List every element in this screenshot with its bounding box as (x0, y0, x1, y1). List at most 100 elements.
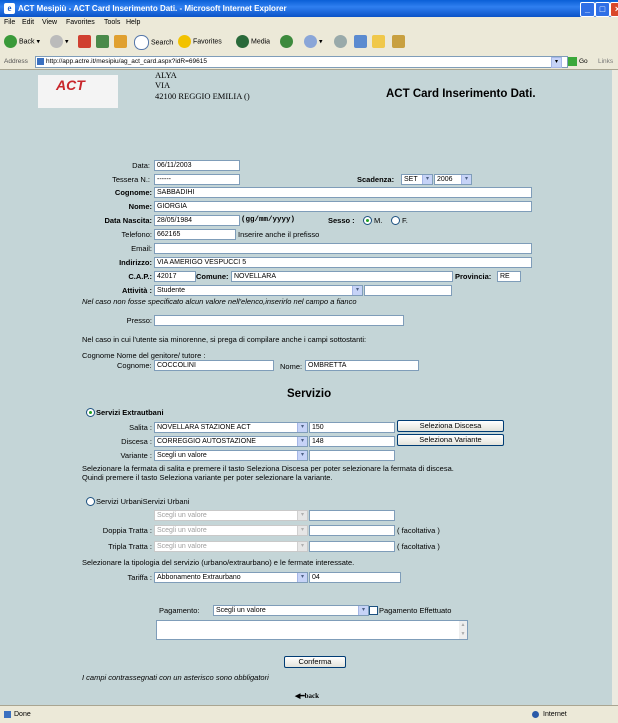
go-button[interactable]: Go (579, 58, 588, 65)
doppia-select[interactable]: Scegli un valore ▾ (154, 525, 308, 536)
variante-code-input[interactable] (309, 450, 395, 461)
data-label: Data: (132, 161, 150, 170)
chevron-down-icon: ▾ (297, 542, 307, 551)
sesso-m-radio[interactable] (363, 216, 372, 225)
menu-bar: File Edit View Favorites Tools Help (0, 17, 618, 31)
presso-label: Presso: (126, 316, 152, 325)
sesso-f-radio[interactable] (391, 216, 400, 225)
stop-button[interactable] (78, 35, 93, 48)
sesso-label: Sesso : (328, 216, 355, 225)
extra-radio[interactable] (86, 408, 95, 417)
stop-icon (78, 35, 91, 48)
company-street: VIA (155, 80, 171, 90)
maximize-icon[interactable]: □ (595, 2, 610, 17)
links-label[interactable]: Links (598, 58, 613, 65)
folder-button[interactable] (372, 35, 387, 48)
discesa-code-input[interactable]: 148 (309, 436, 395, 447)
menu-favorites[interactable]: Favorites (66, 19, 95, 26)
tariffa-select[interactable]: Abbonamento Extraurbano ▾ (154, 572, 308, 583)
seleziona-discesa-button[interactable]: Seleziona Discesa (397, 420, 504, 432)
email-label: Email: (131, 244, 152, 253)
comune-label: Comune: (196, 272, 229, 281)
page-scrollbar[interactable] (612, 70, 618, 705)
cap-label: C.A.P.: (128, 272, 152, 281)
tipologia-note: Selezionare la tipologia del servizio (u… (82, 558, 355, 567)
edit-icon (354, 35, 367, 48)
history-button[interactable] (280, 35, 295, 48)
scadenza-year-select[interactable]: 2006 ▾ (434, 174, 472, 185)
presso-input[interactable] (154, 315, 404, 326)
variante-label: Variante : (120, 451, 152, 460)
pagamento-checkbox[interactable] (369, 606, 378, 615)
refresh-button[interactable] (96, 35, 111, 48)
provincia-label: Provincia: (455, 272, 492, 281)
tripla-label: Tripla Tratta : (108, 542, 152, 551)
conferma-button[interactable]: Conferma (284, 656, 346, 668)
nascita-input[interactable]: 28/05/1984 (154, 215, 240, 226)
salita-code-input[interactable]: 150 (309, 422, 395, 433)
ie-icon: e (4, 3, 15, 14)
data-input[interactable]: 06/11/2003 (154, 160, 240, 171)
cognome-input[interactable]: SABBADIHI (154, 187, 532, 198)
address-dropdown-icon[interactable]: ▾ (551, 57, 562, 68)
menu-view[interactable]: View (42, 19, 57, 26)
status-bar: Done Internet (0, 705, 618, 723)
search-button[interactable]: Search (134, 35, 173, 50)
pagamento-select[interactable]: Scegli un valore ▾ (213, 605, 369, 616)
menu-file[interactable]: File (4, 19, 15, 26)
nascita-hint: (gg/mm/yyyy) (241, 216, 296, 224)
menu-edit[interactable]: Edit (22, 19, 34, 26)
edit-button[interactable] (354, 35, 369, 48)
discesa-select[interactable]: CORREGGIO AUTOSTAZIONE ▾ (154, 436, 308, 447)
address-input[interactable]: http://app.actre.it/mesipiu/ag_act_card.… (35, 56, 568, 68)
telefono-input[interactable]: 662165 (154, 229, 236, 240)
media-button[interactable]: Media (236, 35, 270, 48)
urbani-code-input[interactable] (309, 510, 395, 521)
comune-input[interactable]: NOVELLARA (231, 271, 453, 282)
salita-select[interactable]: NOVELLARA STAZIONE ACT ▾ (154, 422, 308, 433)
attivita-other-input[interactable] (364, 285, 452, 296)
tariffa-code-input[interactable]: 04 (309, 572, 401, 583)
tessera-input[interactable]: ------ (154, 174, 240, 185)
seleziona-variante-button[interactable]: Seleziona Variante (397, 434, 504, 446)
indirizzo-input[interactable]: VIA AMERIGO VESPUCCI 5 (154, 257, 532, 268)
messenger-button[interactable] (392, 35, 407, 48)
cap-input[interactable]: 42017 (154, 271, 196, 282)
chevron-down-icon: ▾ (297, 423, 307, 432)
favorites-button[interactable]: Favorites (178, 35, 222, 48)
mail-icon (304, 35, 317, 48)
attivita-select[interactable]: Studente ▾ (154, 285, 363, 296)
forward-button[interactable]: ▾ (50, 35, 69, 48)
back-link[interactable]: ◀━back (295, 692, 319, 700)
provincia-input[interactable]: RE (497, 271, 521, 282)
discesa-label: Discesa : (121, 437, 152, 446)
window-title: ACT Mesipiù - ACT Card Inserimento Dati.… (18, 4, 287, 13)
note-textarea[interactable]: ▲ ▼ (156, 620, 468, 640)
doppia-code-input[interactable] (309, 525, 395, 536)
menu-tools[interactable]: Tools (104, 19, 120, 26)
sesso-m-label: M. (374, 216, 383, 225)
print-button[interactable] (334, 35, 349, 48)
email-input[interactable] (154, 243, 532, 254)
back-button[interactable]: Back ▾ (4, 35, 40, 48)
nome-input[interactable]: GIORGIA (154, 201, 532, 212)
minor-note: Nel caso in cui l'utente sia minorenne, … (82, 335, 367, 344)
mail-button[interactable]: ▾ (304, 35, 323, 48)
close-icon[interactable]: × (610, 2, 618, 17)
home-button[interactable] (114, 35, 129, 48)
tripla-code-input[interactable] (309, 541, 395, 552)
go-arrow-icon[interactable] (568, 57, 577, 66)
variante-select[interactable]: Scegli un valore ▾ (154, 450, 308, 461)
gen-cognome-input[interactable]: COCCOLINI (154, 360, 274, 371)
urbani-select[interactable]: Scegli un valore ▾ (154, 510, 308, 521)
minimize-icon[interactable]: _ (580, 2, 595, 17)
pagamento-label: Pagamento: (159, 606, 200, 615)
tripla-select[interactable]: Scegli un valore ▾ (154, 541, 308, 552)
gen-nome-input[interactable]: OMBRETTA (305, 360, 419, 371)
page-done-icon (4, 711, 11, 718)
urbani-radio[interactable] (86, 497, 95, 506)
scadenza-month-select[interactable]: SET ▾ (401, 174, 433, 185)
menu-help[interactable]: Help (126, 19, 140, 26)
textarea-scrollbar[interactable]: ▲ ▼ (459, 621, 467, 639)
chevron-down-icon: ▾ (461, 175, 471, 184)
